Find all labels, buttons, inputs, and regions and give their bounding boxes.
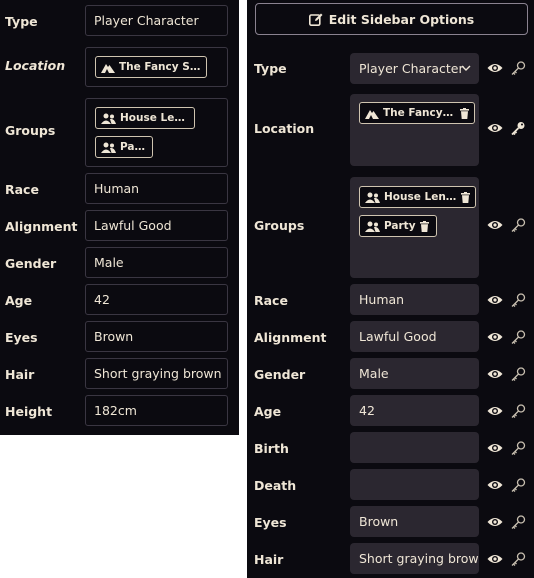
option-label-eyes: Eyes (254, 515, 287, 530)
key-icon[interactable] (510, 515, 526, 529)
option-label-groups: Groups (254, 218, 305, 233)
eye-icon[interactable] (487, 515, 503, 529)
option-label-birth: Birth (254, 441, 289, 456)
eye-icon[interactable] (487, 121, 503, 135)
type-select[interactable]: Player Character (350, 53, 479, 84)
hair-input[interactable]: Short graying brow (350, 543, 479, 574)
option-label-age: Age (254, 404, 282, 419)
eye-icon[interactable] (487, 478, 503, 492)
field-label-eyes: Eyes (5, 330, 38, 345)
option-label-location: Location (254, 121, 315, 136)
key-icon[interactable] (510, 330, 526, 344)
location-tag-label: The Fancy ... (383, 107, 456, 119)
group-tag-party[interactable]: Party (359, 215, 437, 237)
eye-icon[interactable] (487, 552, 503, 566)
trash-icon[interactable] (461, 191, 470, 203)
type-select-value: Player Character (359, 61, 464, 76)
key-icon[interactable] (510, 441, 526, 455)
chevron-down-icon (461, 65, 471, 71)
group-tag-label: Party (384, 220, 416, 232)
location-tag-label: The Fancy Swan (119, 61, 201, 73)
option-label-death: Death (254, 478, 297, 493)
key-icon[interactable] (510, 367, 526, 381)
eye-icon[interactable] (487, 441, 503, 455)
age-input[interactable]: 42 (350, 395, 479, 426)
race-input[interactable]: Human (350, 284, 479, 315)
death-input[interactable] (350, 469, 479, 500)
field-value-race: Human (85, 173, 228, 204)
field-label-gender: Gender (5, 256, 57, 271)
field-label-alignment: Alignment (5, 219, 78, 234)
field-label-groups: Groups (5, 123, 56, 138)
field-value-gender: Male (85, 247, 228, 278)
key-icon[interactable] (510, 404, 526, 418)
group-tag-label: Party (120, 141, 147, 153)
character-sidebar-preview: Type Player Character Location The Fancy… (0, 0, 239, 435)
location-tag[interactable]: The Fancy Swan (95, 56, 207, 78)
key-icon[interactable] (510, 61, 526, 75)
users-icon (365, 221, 380, 232)
key-icon[interactable] (510, 218, 526, 232)
key-icon[interactable] (510, 121, 526, 135)
field-label-hair: Hair (5, 367, 35, 382)
mountain-icon (365, 109, 379, 119)
trash-icon[interactable] (419, 220, 429, 232)
mountain-icon (101, 63, 115, 73)
group-tag-label: House Lenora (120, 112, 189, 124)
eyes-input[interactable]: Brown (350, 506, 479, 537)
eye-icon[interactable] (487, 330, 503, 344)
edit-sidebar-options-button[interactable]: Edit Sidebar Options (255, 3, 528, 35)
option-label-race: Race (254, 293, 288, 308)
users-icon (365, 192, 380, 203)
field-label-height: Height (5, 404, 53, 419)
key-icon[interactable] (510, 293, 526, 307)
users-icon (101, 142, 116, 153)
eye-icon[interactable] (487, 218, 503, 232)
trash-icon[interactable] (460, 107, 469, 119)
field-value-eyes: Brown (85, 321, 228, 352)
edit-sidebar-options-label: Edit Sidebar Options (328, 11, 475, 27)
field-value-height: 182cm (85, 395, 228, 426)
location-tag[interactable]: The Fancy ... (359, 102, 475, 124)
key-icon[interactable] (510, 552, 526, 566)
field-value-hair: Short graying brown (85, 358, 228, 389)
field-label-race: Race (5, 182, 39, 197)
group-tag-label: House Len... (384, 191, 457, 203)
edit-icon (308, 13, 323, 26)
group-tag-house-lenora[interactable]: House Lenora (95, 107, 195, 129)
field-value-age: 42 (85, 284, 228, 315)
users-icon (101, 113, 116, 124)
eye-icon[interactable] (487, 404, 503, 418)
group-tag-party[interactable]: Party (95, 136, 153, 158)
option-label-type: Type (254, 61, 287, 76)
eye-icon[interactable] (487, 293, 503, 307)
birth-input[interactable] (350, 432, 479, 463)
group-tag-house-lenora[interactable]: House Len... (359, 186, 476, 208)
field-value-type: Player Character (85, 5, 228, 36)
key-icon[interactable] (510, 478, 526, 492)
option-label-gender: Gender (254, 367, 306, 382)
eye-icon[interactable] (487, 61, 503, 75)
alignment-input[interactable]: Lawful Good (350, 321, 479, 352)
field-value-alignment: Lawful Good (85, 210, 228, 241)
field-label-type: Type (5, 14, 38, 29)
field-label-age: Age (5, 293, 33, 308)
eye-icon[interactable] (487, 367, 503, 381)
option-label-hair: Hair (254, 552, 284, 567)
field-label-location: Location (5, 58, 66, 73)
gender-input[interactable]: Male (350, 358, 479, 389)
option-label-alignment: Alignment (254, 330, 327, 345)
